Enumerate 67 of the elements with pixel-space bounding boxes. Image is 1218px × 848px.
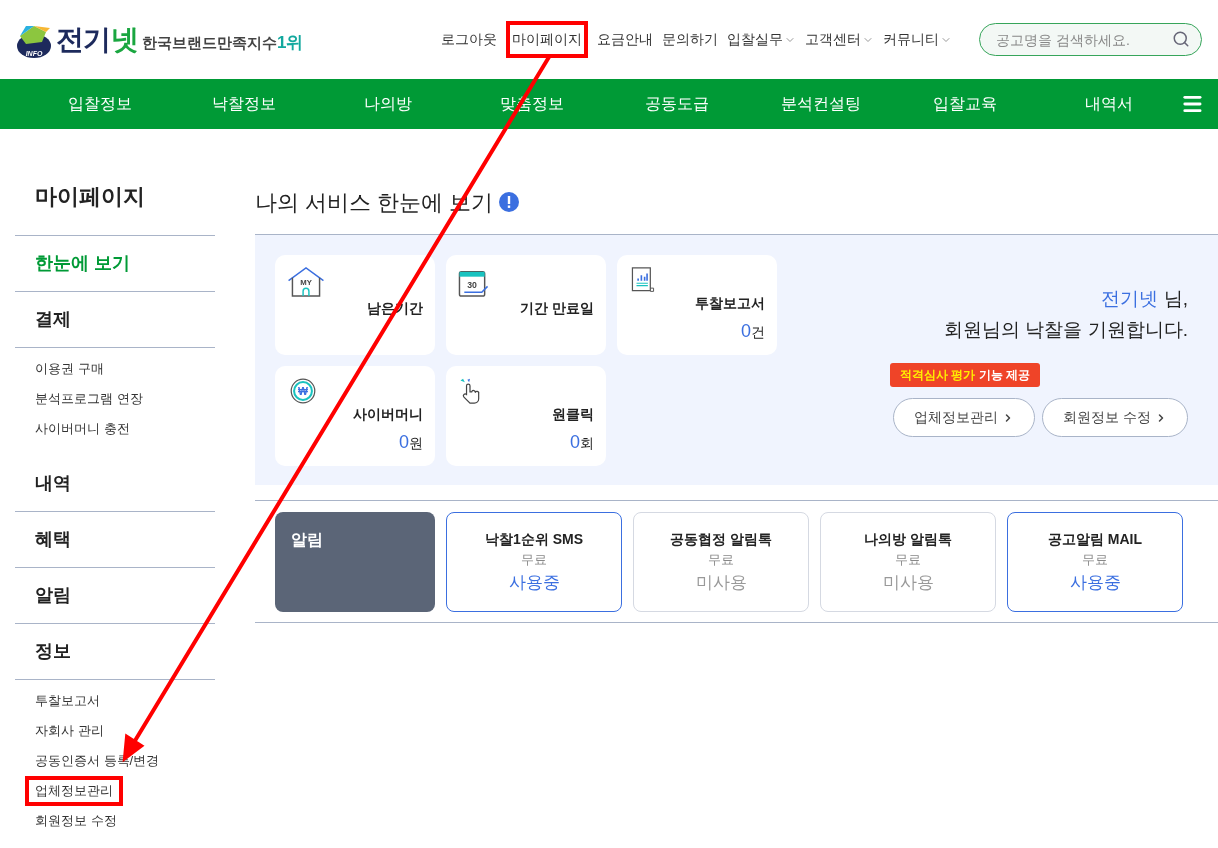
- top-nav-link[interactable]: 마이페이지: [506, 21, 588, 58]
- sidebar-section[interactable]: 내역: [15, 456, 215, 512]
- main-nav-item[interactable]: 입찰교육: [892, 92, 1037, 116]
- greeting-name: 전기넷 님,: [1101, 287, 1188, 311]
- main-nav-item[interactable]: 공동도급: [604, 92, 749, 116]
- profile-button[interactable]: 업체정보관리: [893, 398, 1036, 437]
- top-nav-link[interactable]: 문의하기: [662, 29, 718, 50]
- sidebar-link[interactable]: 회원정보 수정: [15, 806, 117, 836]
- logo-text[interactable]: 전기넷: [56, 18, 138, 61]
- pointing-hand-icon: [458, 378, 482, 404]
- sidebar-title: 마이페이지: [15, 180, 215, 236]
- main-nav-item[interactable]: 내역서: [1037, 92, 1182, 116]
- main-nav-item[interactable]: 분석컨설팅: [748, 92, 893, 116]
- alert-name: 낙찰1순위 SMS: [485, 530, 583, 549]
- sidebar-link[interactable]: 업체정보관리: [25, 776, 123, 806]
- alert-card[interactable]: 나의방 알림톡 무료 미사용: [820, 512, 996, 612]
- sidebar-link[interactable]: 자회사 관리: [15, 716, 104, 746]
- main-nav-item[interactable]: 나의방: [316, 92, 461, 116]
- service-card[interactable]: 투찰보고서 0건: [617, 255, 777, 355]
- alerts-title: 알림: [291, 531, 323, 548]
- alert-name: 나의방 알림톡: [864, 530, 952, 549]
- top-nav-link[interactable]: 커뮤니티: [883, 29, 952, 50]
- sidebar-link[interactable]: 분석프로그램 연장: [15, 384, 143, 414]
- sidebar-link[interactable]: 사이버머니 충전: [15, 414, 130, 444]
- alert-status: 사용중: [1069, 571, 1121, 594]
- alert-status: 미사용: [882, 571, 934, 594]
- card-value: 0원: [399, 431, 423, 454]
- service-card[interactable]: 30 기간 만료일: [446, 255, 606, 355]
- report-icon: [629, 267, 657, 293]
- card-value: 0건: [741, 320, 765, 343]
- sidebar-section[interactable]: 결제: [15, 292, 215, 348]
- alert-card[interactable]: 공동협정 알림톡 무료 미사용: [633, 512, 809, 612]
- sidebar-link[interactable]: 투찰보고서: [15, 686, 100, 716]
- alert-price: 무료: [895, 551, 921, 569]
- main-nav-item[interactable]: 입찰정보: [28, 92, 173, 116]
- main-nav-item[interactable]: 낙찰정보: [172, 92, 317, 116]
- card-label: 원클릭: [552, 405, 594, 424]
- alert-card[interactable]: 낙찰1순위 SMS 무료 사용중: [446, 512, 622, 612]
- card-value: 0회: [570, 431, 594, 454]
- profile-button[interactable]: 회원정보 수정: [1042, 398, 1188, 437]
- alert-status: 미사용: [695, 571, 747, 594]
- top-nav-link[interactable]: 요금안내: [597, 29, 653, 50]
- tooltip-badge: 적격심사 평가 기능 제공: [890, 363, 1041, 387]
- alert-name: 공동협정 알림톡: [670, 530, 772, 549]
- sidebar-section[interactable]: 혜택: [15, 512, 215, 568]
- search-field[interactable]: 공고명을 검색하세요.: [979, 23, 1202, 56]
- top-nav-link[interactable]: 고객센터: [805, 29, 874, 50]
- slogan: 한국브랜드만족지수1위: [141, 31, 304, 54]
- service-card[interactable]: ₩ 사이버머니 0원: [275, 366, 435, 466]
- card-label: 사이버머니: [353, 405, 423, 424]
- alert-price: 무료: [1082, 551, 1108, 569]
- info-icon[interactable]: [499, 192, 520, 212]
- sidebar-link[interactable]: 공동인증서 등록/변경: [15, 746, 160, 776]
- alert-card[interactable]: 공고알림 MAIL 무료 사용중: [1007, 512, 1183, 612]
- sidebar-link[interactable]: 이용권 구매: [15, 354, 104, 384]
- greeting-message: 회원님의 낙찰을 기원합니다.: [944, 317, 1188, 342]
- alert-price: 무료: [521, 551, 547, 569]
- alert-status: 사용중: [508, 571, 560, 594]
- card-label: 투찰보고서: [695, 294, 765, 313]
- alert-name: 공고알림 MAIL: [1047, 530, 1143, 549]
- alert-price: 무료: [708, 551, 734, 569]
- card-label: 기간 만료일: [520, 299, 594, 318]
- search-icon[interactable]: [1172, 30, 1190, 48]
- top-nav-link[interactable]: 로그아웃: [441, 29, 497, 50]
- top-nav-link[interactable]: 입찰실무: [727, 29, 796, 50]
- service-card[interactable]: 원클릭 0회: [446, 366, 606, 466]
- sidebar-section[interactable]: 한눈에 보기: [15, 236, 215, 292]
